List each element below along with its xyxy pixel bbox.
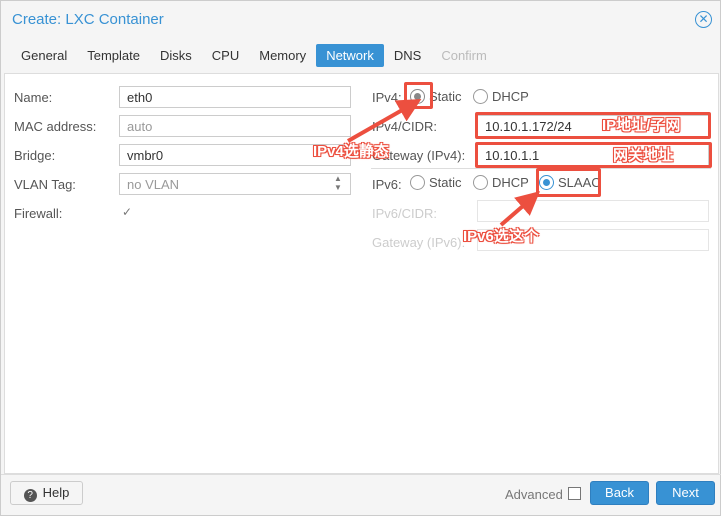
annotation-arrows (347, 99, 541, 227)
annotation-ipv6: IPv6选这个 (463, 228, 539, 245)
footer-divider (1, 474, 721, 475)
advanced-checkbox[interactable] (568, 487, 581, 500)
annotation-gateway: 网关地址 (613, 147, 674, 164)
help-button[interactable]: ? Help (10, 481, 83, 505)
help-label: Help (42, 485, 70, 500)
arrow-ipv6 (499, 191, 541, 227)
advanced-label: Advanced (505, 487, 563, 502)
annotation-ipv4: IPv4选静态 (313, 143, 389, 160)
help-icon: ? (23, 489, 37, 502)
back-button[interactable]: Back (590, 481, 649, 505)
arrow-ipv4 (347, 99, 422, 143)
next-button[interactable]: Next (656, 481, 715, 505)
annotation-ip: IP地址/子网 (602, 117, 681, 134)
lxc-dialog: Create: LXC Container ✕ General Template… (0, 0, 721, 516)
